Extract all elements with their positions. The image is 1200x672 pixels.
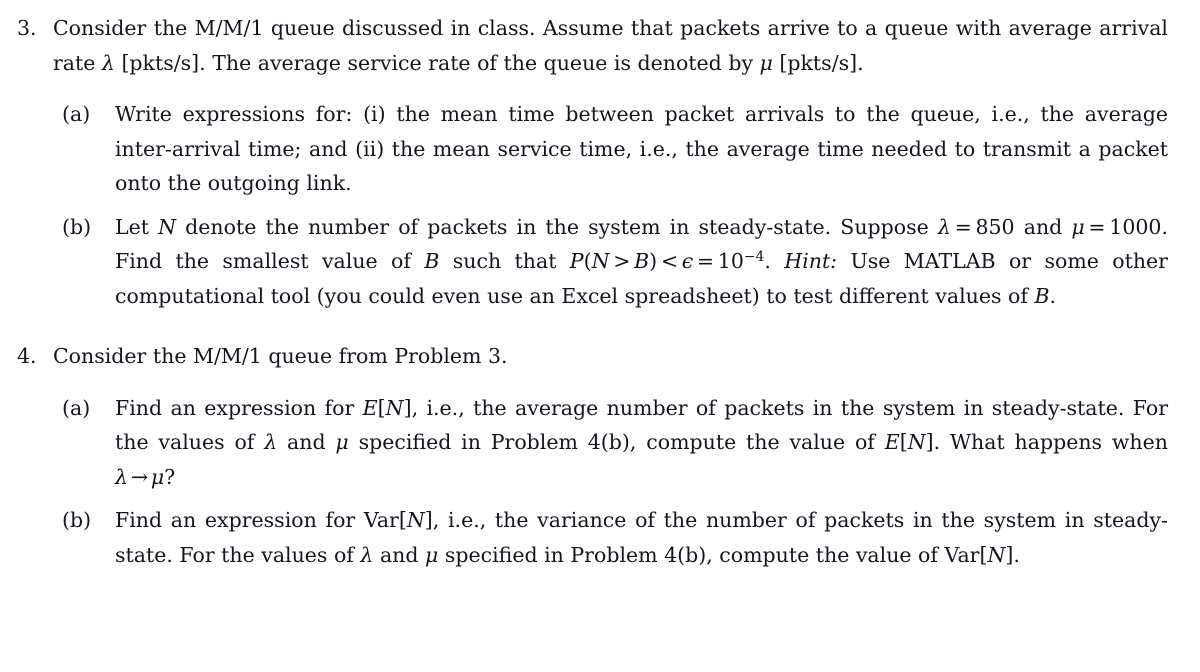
problem-3a-marker: (a) bbox=[62, 102, 91, 126]
equals-sign: = bbox=[1088, 214, 1106, 239]
spacer-between-3a-3b bbox=[53, 201, 1200, 210]
hint-label: Hint: bbox=[784, 249, 838, 273]
lambda-symbol: λ bbox=[101, 50, 115, 75]
less-than-sign: < bbox=[660, 249, 679, 273]
problem-3: 3. Consider the M/M/1 queue discussed in… bbox=[0, 11, 1200, 80]
epsilon-symbol: ϵ bbox=[681, 249, 694, 273]
variable-b: B bbox=[1034, 283, 1050, 308]
lambda-symbol: λ bbox=[937, 214, 951, 239]
variance-expression: Var[N] bbox=[945, 543, 1014, 567]
probability-inequality: P(N > B) < ϵ = 10−4 bbox=[570, 249, 765, 273]
variance-operator: Var bbox=[363, 508, 399, 532]
lambda-symbol: λ bbox=[264, 430, 278, 454]
spacer-between-problems bbox=[0, 313, 1200, 339]
expectation-operator: E bbox=[362, 395, 378, 420]
problem-4b-part-3: and bbox=[373, 542, 426, 567]
variable-b: B bbox=[634, 249, 650, 273]
problem-4a: (a) Find an expression for E[N], i.e., t… bbox=[53, 391, 1200, 495]
variable-n: N bbox=[158, 214, 177, 239]
problem-3-statement: Consider the M/M/1 queue discussed in cl… bbox=[53, 11, 1168, 80]
lambda-symbol: λ bbox=[360, 542, 374, 567]
expectation-expression: E[N] bbox=[363, 396, 412, 420]
bracket-close: ] bbox=[424, 508, 433, 532]
variance-operator: Var bbox=[944, 542, 980, 567]
variable-n: N bbox=[385, 395, 404, 420]
probability-operator: P bbox=[569, 249, 584, 273]
spacer-between-4a-4b bbox=[53, 494, 1200, 503]
mu-symbol: μ bbox=[1071, 214, 1085, 239]
greater-than-sign: > bbox=[613, 249, 631, 273]
spacer-after-problem-4-intro bbox=[0, 374, 1200, 391]
top-padding bbox=[0, 0, 1200, 11]
mu-symbol: μ bbox=[150, 464, 165, 489]
right-arrow-icon: → bbox=[130, 464, 149, 489]
problem-4b-part-1: Find an expression for bbox=[115, 508, 364, 532]
problem-4-statement: Consider the M/M/1 queue from Problem 3. bbox=[53, 344, 508, 368]
problem-4b-part-4: specified in Problem 4(b), compute the v… bbox=[438, 542, 945, 567]
power-base: 10 bbox=[717, 249, 744, 273]
bracket-close: ] bbox=[403, 395, 412, 420]
variable-b: B bbox=[424, 249, 440, 273]
problem-3b: (b) Let N denote the number of packets i… bbox=[53, 210, 1200, 314]
paren-open: ( bbox=[583, 249, 592, 273]
variance-expression: Var[N] bbox=[364, 508, 433, 532]
power-exponent: −4 bbox=[743, 248, 765, 265]
variable-n: N bbox=[591, 249, 610, 273]
problem-4b-part-5: . bbox=[1013, 542, 1020, 567]
equals-sign: = bbox=[696, 249, 715, 273]
problem-3a-text: Write expressions for: (i) the mean time… bbox=[115, 102, 1168, 195]
problem-4a-part-4: specified in Problem 4(b), compute the v… bbox=[348, 430, 885, 454]
mu-value: 1000 bbox=[1109, 214, 1162, 239]
variable-n: N bbox=[907, 430, 926, 454]
problem-3a: (a) Write expressions for: (i) the mean … bbox=[53, 97, 1200, 201]
problem-3b-part-1: Let bbox=[115, 214, 159, 239]
problem-3-marker: 3. bbox=[17, 16, 37, 40]
bracket-open: [ bbox=[377, 395, 386, 420]
bracket-close: ] bbox=[925, 430, 934, 454]
problem-4b-marker: (b) bbox=[62, 508, 92, 532]
problem-3-subitems: (a) Write expressions for: (i) the mean … bbox=[0, 97, 1200, 313]
variable-n: N bbox=[406, 508, 425, 532]
problem-3b-part-8: . bbox=[1049, 283, 1057, 308]
document-page: 3. Consider the M/M/1 queue discussed in… bbox=[0, 0, 1200, 672]
mu-symbol: μ bbox=[425, 542, 439, 567]
problem-3b-part-6: . bbox=[764, 249, 785, 273]
problem-4a-marker: (a) bbox=[62, 395, 91, 420]
problem-4-subitems: (a) Find an expression for E[N], i.e., t… bbox=[0, 391, 1200, 573]
problem-3b-marker: (b) bbox=[62, 214, 92, 239]
expectation-operator: E bbox=[884, 430, 900, 454]
paren-close: ) bbox=[649, 249, 658, 273]
equals-sign: = bbox=[954, 214, 972, 239]
problem-4: 4. Consider the M/M/1 queue from Problem… bbox=[0, 339, 1200, 374]
problem-3-text-part-2: [pkts/s]. The average service rate of th… bbox=[114, 50, 760, 75]
mu-symbol: μ bbox=[335, 430, 349, 454]
problem-4b: (b) Find an expression for Var[N], i.e.,… bbox=[53, 503, 1200, 572]
problem-4a-part-5: . What happens when bbox=[933, 430, 1168, 454]
lambda-symbol: λ bbox=[115, 464, 128, 489]
spacer-after-problem-3-intro bbox=[0, 80, 1200, 97]
problem-4a-part-1: Find an expression for bbox=[115, 395, 363, 420]
problem-3b-part-3: and bbox=[1014, 214, 1072, 239]
problem-4a-part-6: ? bbox=[164, 464, 176, 489]
problem-3-text-part-3: [pkts/s]. bbox=[772, 50, 864, 75]
problem-4b-text: Find an expression for Var[N], i.e., the… bbox=[115, 503, 1168, 572]
problem-3b-text: Let N denote the number of packets in th… bbox=[115, 210, 1168, 314]
limit-expression: λ → μ bbox=[115, 465, 164, 489]
mu-symbol: μ bbox=[759, 50, 773, 75]
variable-n: N bbox=[987, 542, 1006, 567]
problem-3b-part-5: such that bbox=[439, 249, 570, 273]
bracket-open: [ bbox=[899, 430, 908, 454]
problem-4-marker: 4. bbox=[17, 344, 37, 368]
problem-4a-part-3: and bbox=[277, 430, 336, 454]
lambda-value: 850 bbox=[975, 214, 1015, 239]
expectation-expression: E[N] bbox=[885, 430, 934, 454]
problem-4a-text: Find an expression for E[N], i.e., the a… bbox=[115, 391, 1168, 495]
problem-3b-part-2: denote the number of packets in the syst… bbox=[176, 214, 938, 239]
bracket-open: [ bbox=[398, 508, 407, 532]
